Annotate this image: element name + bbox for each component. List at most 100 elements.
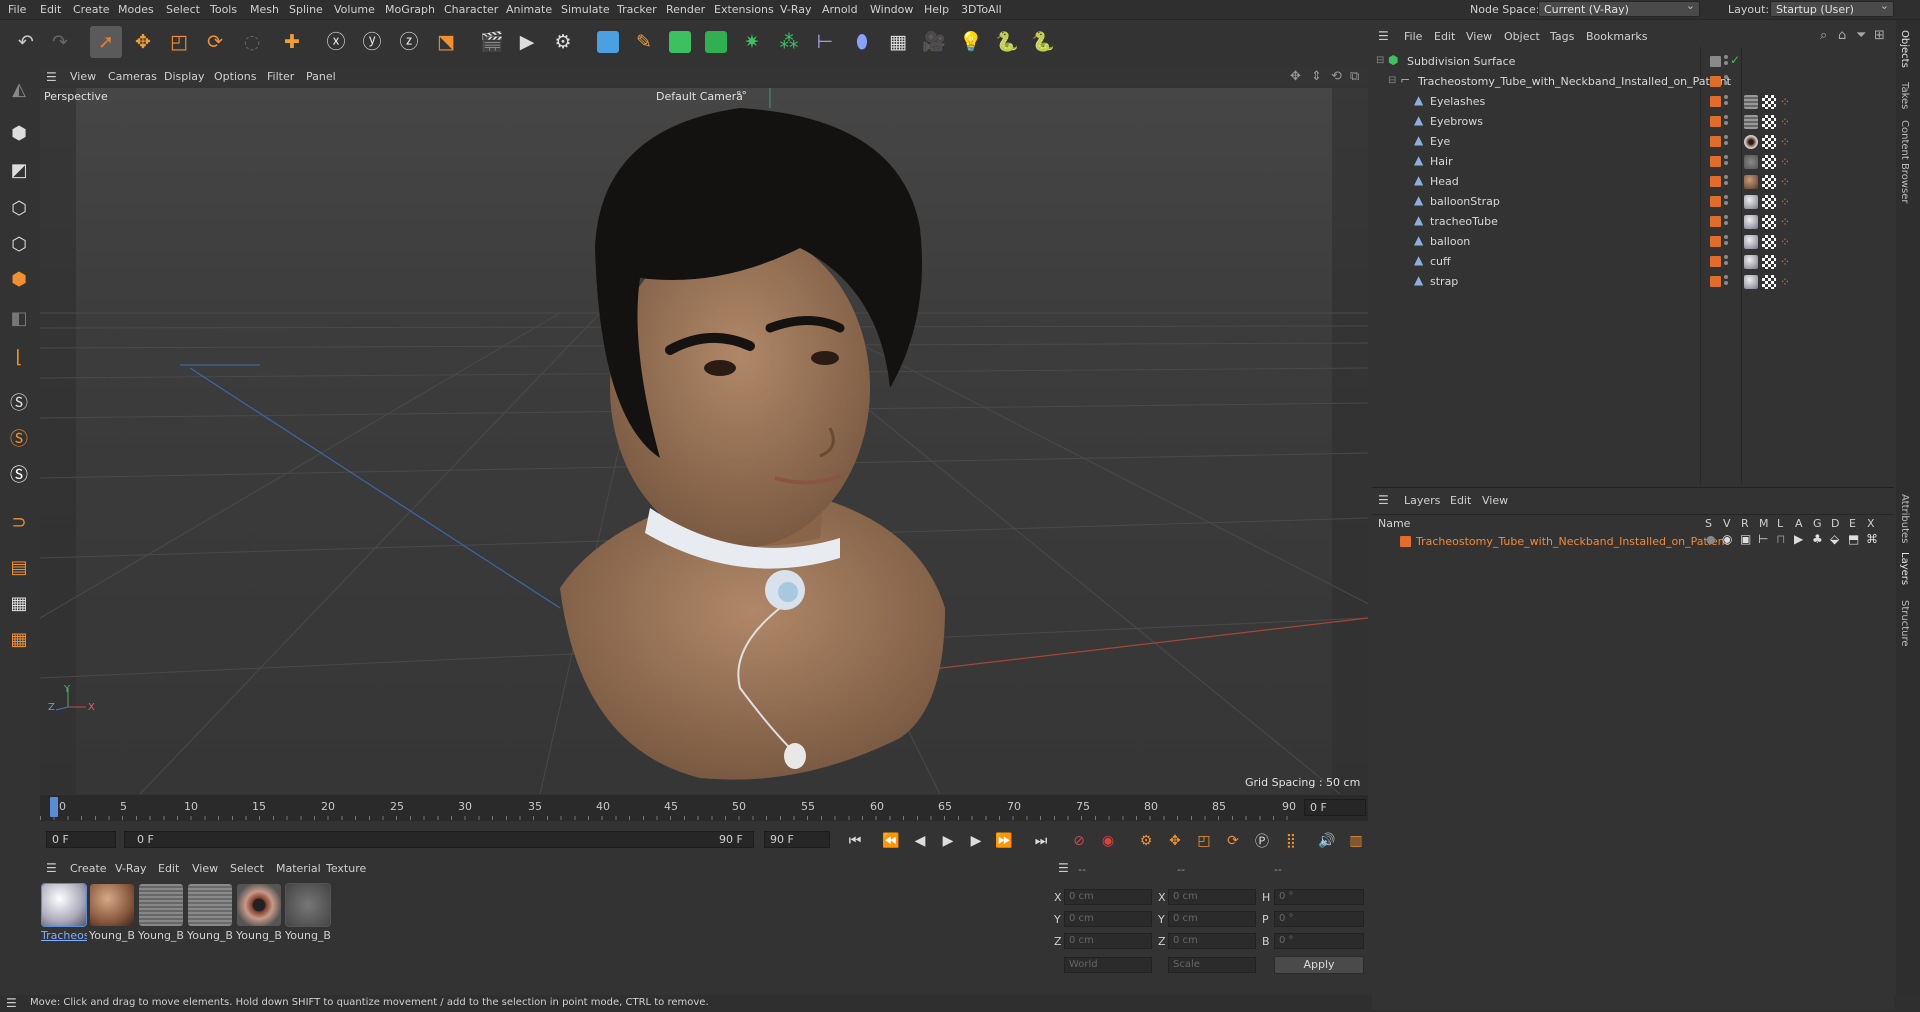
material-menu-select[interactable]: Select [230,862,264,875]
next-key-icon[interactable]: ⏩ [993,830,1015,852]
object-row-head[interactable]: ▲ Head ⁘ [1372,172,1894,192]
material-tag-icon[interactable] [1744,235,1758,249]
end-frame-field[interactable]: 90 F [764,831,830,848]
material-tag-icon[interactable] [1744,155,1758,169]
light-icon[interactable]: 💡 [955,26,987,58]
make-editable-icon[interactable]: ◭ [2,74,36,106]
vray-tag-icon[interactable]: ⁘ [1780,215,1794,229]
layer-color-swatch[interactable] [1710,76,1721,87]
om-menu-file[interactable]: File [1404,30,1422,43]
layers-menu-layers[interactable]: Layers [1404,494,1440,507]
material-tag-icon[interactable] [1744,195,1758,209]
material-menu-view[interactable]: View [192,862,218,875]
menu-volume[interactable]: Volume [334,3,375,16]
layer-color-swatch[interactable] [1710,136,1721,147]
layer-generators-icon[interactable]: ♣ [1812,532,1823,546]
record-icon[interactable]: ⊘ [1068,830,1090,852]
edges-mode-icon[interactable]: ⬡ [2,229,36,261]
layer-manager-icon[interactable]: ⊢ [1758,532,1768,546]
size-x-field[interactable]: 0 cm [1168,889,1256,905]
home-icon[interactable]: ⌂ [1838,28,1846,43]
uvw-tag-icon[interactable] [1762,275,1776,289]
layer-render-icon[interactable]: ▣ [1740,532,1751,546]
material-tag-icon[interactable] [1744,135,1758,149]
key-pla-icon[interactable]: ⣿ [1280,830,1302,852]
start-frame-field[interactable]: 0 F [46,831,116,848]
camera-icon[interactable]: 🎥 [918,26,950,58]
menu-select[interactable]: Select [166,3,200,16]
pen-spline-icon[interactable]: ✎ [628,26,660,58]
render-view-icon[interactable]: ▶ [511,26,543,58]
viewport-menu-view[interactable]: View [70,70,96,83]
status-menu-icon[interactable]: ☰ [6,996,17,1010]
layers-menu-edit[interactable]: Edit [1450,494,1471,507]
axis-mode-icon[interactable]: ⌊ [2,342,36,374]
material-menu-create[interactable]: Create [70,862,107,875]
python-script-2-icon[interactable]: 🐍 [1027,26,1059,58]
vray-tag-icon[interactable]: ⁘ [1780,115,1794,129]
layer-color-swatch[interactable] [1710,196,1721,207]
material-label[interactable]: Tracheos [41,929,87,942]
material-label[interactable]: Young_B [236,929,282,942]
move-tool-icon[interactable]: ✥ [127,26,159,58]
previous-key-icon[interactable]: ⏪ [880,830,902,852]
layer-color-swatch[interactable] [1400,536,1411,547]
uvw-tag-icon[interactable] [1762,255,1776,269]
viewport-menu-filter[interactable]: Filter [267,70,294,83]
object-row-hair[interactable]: ▲ Hair ⁘ [1372,152,1894,172]
tab-content-browser[interactable]: Content Browser [1899,120,1910,203]
om-menu-view[interactable]: View [1466,30,1492,43]
subdivision-icon[interactable] [664,26,696,58]
object-row-subdivision-surface[interactable]: ⊟ ⬢ Subdivision Surface ✓ [1372,52,1894,72]
select-cursor-icon[interactable]: ➚ [90,26,122,58]
vray-tag-icon[interactable]: ⁘ [1780,235,1794,249]
viewport-menu-cameras[interactable]: Cameras [108,70,157,83]
layer-lock-icon[interactable]: ⊓ [1776,532,1785,546]
visibility-dots[interactable] [1724,175,1728,187]
material-tag-icon[interactable] [1744,215,1758,229]
vray-tag-icon[interactable]: ⁘ [1780,95,1794,109]
size-y-field[interactable]: 0 cm [1168,911,1256,927]
visibility-dots[interactable] [1724,75,1728,87]
menu-vray[interactable]: V-Ray [780,3,812,16]
previous-frame-icon[interactable]: ◀ [909,830,931,852]
y-axis-lock-icon[interactable]: ⓨ [356,26,388,58]
tab-objects[interactable]: Objects [1899,30,1910,68]
timeline-window-icon[interactable]: ▥ [1345,830,1367,852]
sound-icon[interactable]: 🔊 [1316,830,1338,852]
om-menu-tags[interactable]: Tags [1550,30,1574,43]
pan-view-icon[interactable]: ✥ [1290,69,1301,84]
material-tag-icon[interactable] [1744,255,1758,269]
uvw-tag-icon[interactable] [1762,175,1776,189]
material-menu-edit[interactable]: Edit [158,862,179,875]
collapse-icon[interactable]: ⊟ [1388,75,1396,86]
material-menu-vray[interactable]: V-Ray [115,862,147,875]
rotate-view-icon[interactable]: ⟲ [1331,69,1342,84]
enabled-check-icon[interactable]: ✓ [1730,53,1740,67]
rotation-b-field[interactable]: 0 ° [1274,933,1364,949]
material-label[interactable]: Young_B [138,929,184,942]
object-row-cuff[interactable]: ▲ cuff ⁘ [1372,252,1894,272]
scale-tool-icon[interactable]: ◰ [163,26,195,58]
material-label[interactable]: Young_B [89,929,135,942]
menu-tools[interactable]: Tools [210,3,237,16]
floor-icon[interactable]: ▦ [882,26,914,58]
apply-button[interactable]: Apply [1274,956,1364,974]
layer-row[interactable]: Tracheostomy_Tube_with_Neckband_Installe… [1372,532,1894,550]
position-y-field[interactable]: 0 cm [1064,911,1152,927]
playhead[interactable] [50,797,58,817]
size-z-field[interactable]: 0 cm [1168,933,1256,949]
material-tag-icon[interactable] [1744,95,1758,109]
key-parameter-icon[interactable]: Ⓟ [1251,830,1273,852]
material-tag-icon[interactable] [1744,275,1758,289]
tab-attributes[interactable]: Attributes [1899,494,1910,543]
key-scale-icon[interactable]: ◰ [1193,830,1215,852]
position-x-field[interactable]: 0 cm [1064,889,1152,905]
vray-tag-icon[interactable]: ⁘ [1780,195,1794,209]
tab-layers[interactable]: Layers [1899,552,1910,585]
menu-help[interactable]: Help [924,3,949,16]
material-tag-icon[interactable] [1744,175,1758,189]
render-region-icon[interactable]: 🎬 [476,26,508,58]
menu-simulate[interactable]: Simulate [561,3,610,16]
menu-3dtoall[interactable]: 3DToAll [961,3,1002,16]
